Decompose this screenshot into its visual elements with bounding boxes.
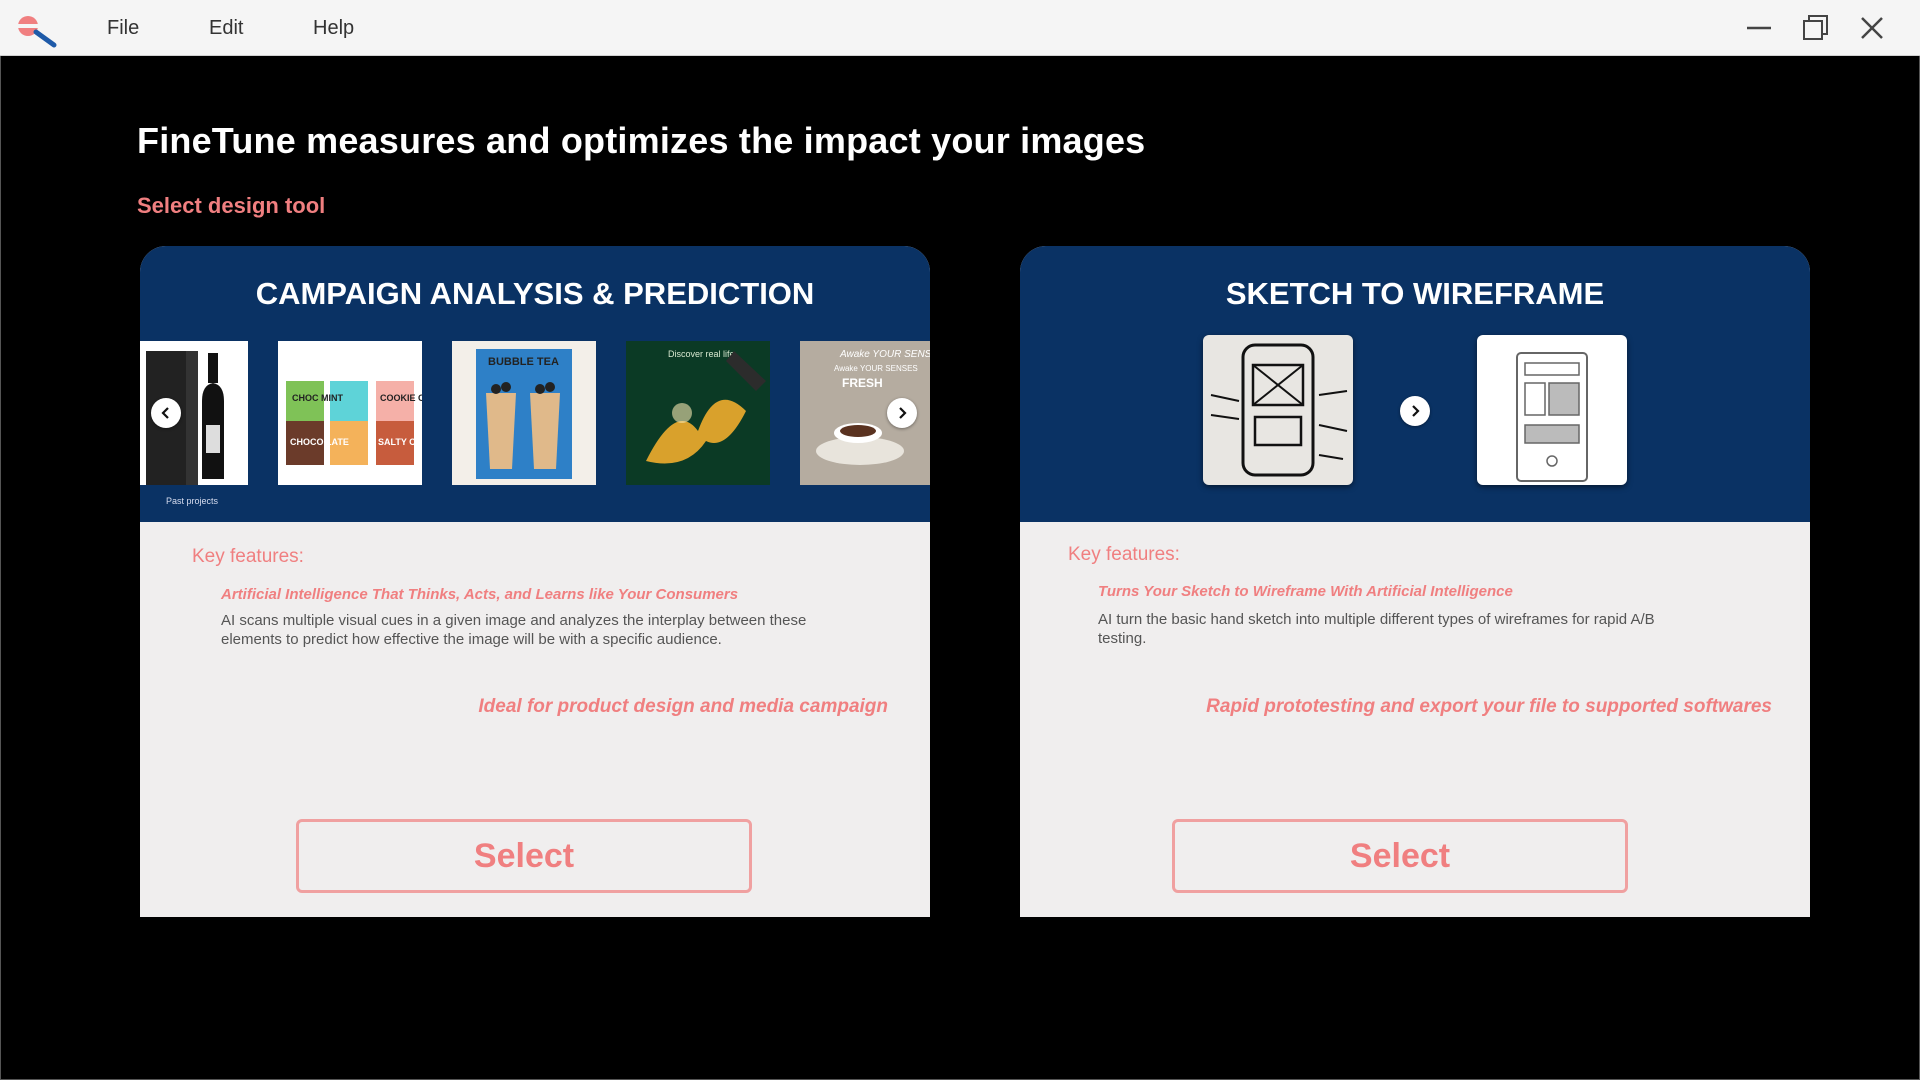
tub-label-choco-late: CHOCO LATE bbox=[290, 437, 349, 447]
chevron-right-icon bbox=[899, 407, 907, 419]
select-sketch-button[interactable]: Select bbox=[1172, 819, 1628, 893]
feature-subtitle: Artificial Intelligence That Thinks, Act… bbox=[221, 586, 739, 603]
sketch-to-wireframe-card: SKETCH TO WIREFRAME Key features: Turns … bbox=[1020, 246, 1810, 917]
app-logo-icon bbox=[18, 16, 57, 48]
thumbnail-bubble-tea[interactable]: BUBBLE TEA bbox=[452, 341, 596, 485]
carousel-next-button[interactable] bbox=[887, 398, 917, 428]
thumbnail-ice-cream[interactable]: CHOC MINT COOKIE CREAM CHOCO LATE SALTY … bbox=[278, 341, 422, 485]
tub-label-salty-caram: SALTY CARAM bbox=[378, 437, 422, 447]
menu-edit[interactable]: Edit bbox=[209, 0, 243, 56]
bubble-tea-label: BUBBLE TEA bbox=[488, 356, 559, 368]
feature-subtitle: Turns Your Sketch to Wireframe With Arti… bbox=[1098, 583, 1513, 600]
chevron-right-icon bbox=[1412, 405, 1420, 417]
feature-description: AI turn the basic hand sketch into multi… bbox=[1098, 611, 1655, 647]
past-projects-caption: Past projects bbox=[166, 496, 219, 506]
restore-icon[interactable] bbox=[1800, 12, 1832, 44]
page-title: FineTune measures and optimizes the impa… bbox=[137, 120, 1146, 161]
key-features-title: Key features: bbox=[1068, 544, 1180, 565]
coffee-label-awake: Awake YOUR SENSES bbox=[839, 349, 930, 360]
key-features-title: Key features: bbox=[192, 546, 304, 567]
wireframe-image bbox=[1477, 335, 1627, 485]
select-campaign-button[interactable]: Select bbox=[296, 819, 752, 893]
tub-label-choc-mint: CHOC MINT bbox=[292, 393, 343, 403]
coffee-label-senses: Awake YOUR SENSES bbox=[834, 364, 918, 373]
minimize-icon[interactable] bbox=[1743, 12, 1775, 44]
section-subtitle: Select design tool bbox=[137, 193, 326, 218]
title-bar: File Edit Help bbox=[0, 0, 1920, 56]
tub-label-cookie-cream: COOKIE CREAM bbox=[380, 393, 422, 403]
carousel-prev-button[interactable] bbox=[151, 398, 181, 428]
ideal-use-text: Rapid prototesting and export your file … bbox=[1206, 696, 1772, 717]
coffee-label-fresh: FRESH bbox=[842, 376, 883, 390]
feature-description: AI scans multiple visual cues in a given… bbox=[221, 612, 807, 648]
card-header: CAMPAIGN ANALYSIS & PREDICTION CHOC MINT bbox=[140, 246, 930, 522]
card-title: SKETCH TO WIREFRAME bbox=[1225, 276, 1605, 311]
convert-arrow-button[interactable] bbox=[1400, 396, 1430, 426]
card-title: CAMPAIGN ANALYSIS & PREDICTION bbox=[255, 276, 815, 311]
menu-help[interactable]: Help bbox=[313, 0, 354, 56]
card-header: SKETCH TO WIREFRAME bbox=[1020, 246, 1810, 522]
chevron-left-icon bbox=[161, 407, 169, 419]
thumbnail-splash[interactable]: Discover real life bbox=[626, 341, 770, 485]
splash-label: Discover real life bbox=[668, 349, 735, 359]
ideal-use-text: Ideal for product design and media campa… bbox=[478, 696, 888, 717]
campaign-analysis-card: CAMPAIGN ANALYSIS & PREDICTION CHOC MINT bbox=[140, 246, 930, 917]
sketch-image bbox=[1203, 335, 1353, 485]
close-icon[interactable] bbox=[1856, 12, 1888, 44]
menu-file[interactable]: File bbox=[107, 0, 139, 56]
